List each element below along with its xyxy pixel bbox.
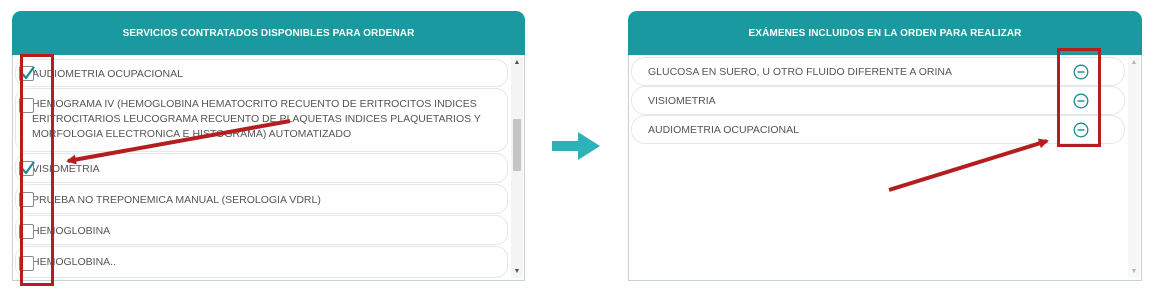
annotation-arrow-left [66,119,291,165]
annotation-arrow-right [888,138,1049,192]
annotation-arrows [66,119,1049,192]
